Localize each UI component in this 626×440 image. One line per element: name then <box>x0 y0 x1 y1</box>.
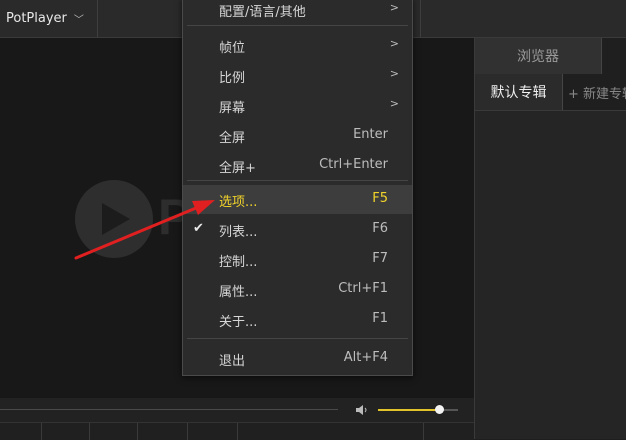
menu-item[interactable]: 比例 > <box>183 61 412 90</box>
app-menu-button[interactable]: PotPlayer ﹀ <box>0 0 98 37</box>
volume-slider[interactable] <box>378 405 458 414</box>
menu-item[interactable]: 帧位 > <box>183 31 412 60</box>
control-button[interactable] <box>90 423 138 440</box>
menu-item[interactable]: 控制... F7 <box>183 245 412 274</box>
menu-item[interactable]: ✔ 列表... F6 <box>183 215 412 244</box>
menu-item-shortcut: F5 <box>372 191 388 206</box>
check-icon: ✔ <box>193 221 204 236</box>
new-album-button[interactable]: + 新建专辑 <box>568 74 626 110</box>
title-divider <box>420 0 421 37</box>
app-menu-label: PotPlayer <box>6 11 67 26</box>
control-button[interactable] <box>238 423 424 440</box>
context-menu: 配置/语言/其他 > 帧位 > 比例 > 屏幕 > 全屏 Enter 全屏+ Ctrl+Enter 选项… <box>182 0 413 376</box>
menu-item-label: 屏幕 <box>219 101 246 116</box>
menu-item[interactable]: 选项... F5 <box>183 185 412 214</box>
seek-bar-area <box>0 398 474 422</box>
menu-item[interactable]: 关于... F1 <box>183 305 412 334</box>
menu-item[interactable]: 属性... Ctrl+F1 <box>183 275 412 304</box>
seek-bar[interactable] <box>0 409 338 410</box>
menu-separator <box>187 25 408 26</box>
menu-item-shortcut: Ctrl+F1 <box>338 281 388 296</box>
playlist-panel: 浏览器 默认专辑 + 新建专辑 <box>474 38 626 439</box>
menu-item-shortcut: Ctrl+Enter <box>319 157 388 172</box>
speaker-icon[interactable] <box>355 403 369 417</box>
panel-tab-bar: 浏览器 <box>475 38 626 74</box>
menu-item[interactable]: 全屏 Enter <box>183 121 412 150</box>
menu-item-label: 关于... <box>219 315 258 330</box>
menu-item-label: 选项... <box>219 195 258 210</box>
tab-browser[interactable]: 浏览器 <box>475 38 602 74</box>
control-button[interactable] <box>42 423 90 440</box>
control-button[interactable] <box>138 423 188 440</box>
chevron-down-icon: ﹀ <box>73 15 84 26</box>
menu-item-label: 比例 <box>219 71 246 86</box>
album-tab-bar: 默认专辑 + 新建专辑 <box>475 74 626 111</box>
menu-item-label: 退出 <box>219 354 246 369</box>
chevron-right-icon: > <box>389 1 399 14</box>
menu-separator <box>187 180 408 181</box>
menu-item-shortcut: F7 <box>372 251 388 266</box>
menu-item-label: 控制... <box>219 255 258 270</box>
menu-item-shortcut: Enter <box>353 127 388 142</box>
chevron-right-icon: > <box>389 37 399 50</box>
menu-item[interactable]: 全屏+ Ctrl+Enter <box>183 151 412 180</box>
chevron-right-icon: > <box>389 67 399 80</box>
tab-default-album[interactable]: 默认专辑 <box>475 74 563 110</box>
menu-item-label: 帧位 <box>219 41 246 56</box>
menu-item-shortcut: F1 <box>372 311 388 326</box>
menu-item[interactable]: 屏幕 > <box>183 91 412 120</box>
control-button[interactable] <box>188 423 238 440</box>
menu-item-shortcut: F6 <box>372 221 388 236</box>
menu-item-label: 配置/语言/其他 <box>219 5 306 20</box>
control-bar <box>0 422 474 440</box>
menu-separator <box>187 338 408 339</box>
menu-item[interactable]: 退出 Alt+F4 <box>183 344 412 373</box>
menu-item-label: 全屏 <box>219 131 246 146</box>
control-button[interactable] <box>0 423 42 440</box>
menu-item-shortcut: Alt+F4 <box>343 350 388 365</box>
menu-item-label: 属性... <box>219 285 258 300</box>
chevron-right-icon: > <box>389 97 399 110</box>
volume-fill <box>378 409 441 411</box>
volume-knob[interactable] <box>435 405 445 414</box>
menu-item-label: 列表... <box>219 225 258 240</box>
play-icon <box>102 203 130 235</box>
menu-item[interactable]: 配置/语言/其他 > <box>183 0 412 24</box>
menu-item-label: 全屏+ <box>219 161 256 176</box>
